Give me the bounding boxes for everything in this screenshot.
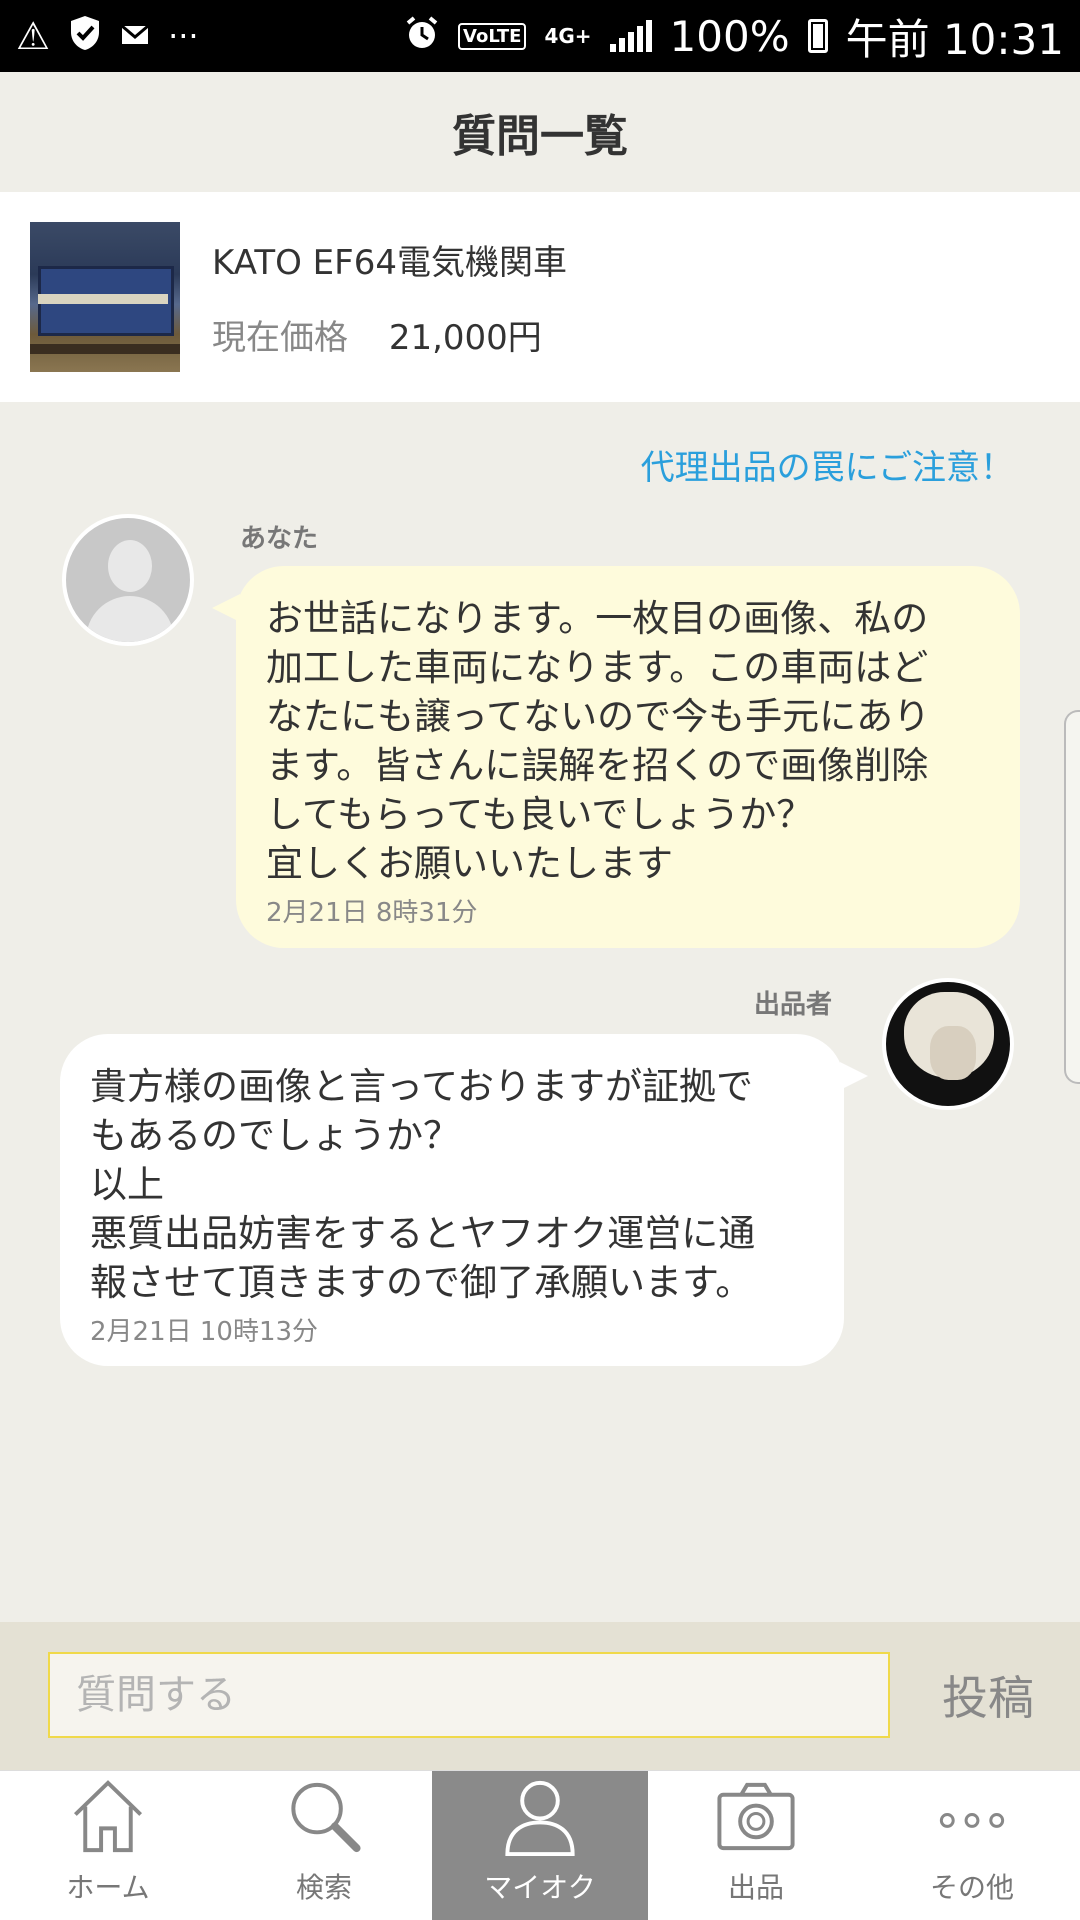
- more-icon: [939, 1813, 1005, 1828]
- clock: 午前 10:31: [845, 14, 1064, 64]
- price-value: 21,000円: [388, 318, 542, 358]
- home-icon: [73, 1780, 143, 1853]
- rails: [30, 344, 180, 354]
- message-text: 貴方様の画像と言っておりますが証拠で もあるのでしょうか？ 以上 悪質出品妨害を…: [90, 1065, 756, 1304]
- question-composer: 投稿: [0, 1622, 1080, 1770]
- lamb-face: [930, 1026, 976, 1080]
- post-button[interactable]: 投稿: [918, 1660, 1058, 1730]
- nav-label: ホーム: [66, 1871, 150, 1904]
- mail-icon: [120, 17, 150, 55]
- price-label: 現在価格: [212, 318, 348, 358]
- locomotive-stripe: [38, 294, 168, 304]
- nav-label: 検索: [295, 1871, 352, 1904]
- nav-label: マイオク: [484, 1871, 596, 1904]
- shield-check-icon: [68, 14, 102, 58]
- battery-icon: [807, 19, 828, 53]
- network-type: 4G+: [544, 24, 592, 48]
- item-info: KATO EF64電気機関車 現在価格 21,000円: [212, 235, 567, 359]
- edge-panel-handle[interactable]: [1064, 710, 1080, 1084]
- battery-percent: 100%: [669, 11, 790, 61]
- nav-more[interactable]: その他: [864, 1771, 1080, 1920]
- person-icon: [505, 1780, 575, 1857]
- overflow-dots-icon: ···: [168, 17, 199, 55]
- message-bubble-you: お世話になります。一枚目の画像、私の 加工した車両になります。この車両はど なた…: [212, 566, 1020, 948]
- nav-myauction[interactable]: マイオク: [432, 1771, 648, 1920]
- message-bubble-seller: 貴方様の画像と言っておりますが証拠で もあるのでしょうか？ 以上 悪質出品妨害を…: [60, 1034, 868, 1366]
- page-title: 質問一覧: [452, 111, 628, 162]
- default-avatar-body: [86, 596, 174, 642]
- avatar-you: [62, 514, 194, 646]
- warning-icon: ⚠: [16, 14, 51, 58]
- search-icon: [291, 1782, 361, 1853]
- status-bar-right: VoLTE 4G+ 100% 午前 10:31: [404, 6, 1064, 67]
- proxy-listing-warning-link[interactable]: 代理出品の罠にご注意！: [641, 440, 1014, 489]
- nav-label: 出品: [727, 1871, 784, 1904]
- message-text: お世話になります。一枚目の画像、私の 加工した車両になります。この車両はど なた…: [266, 597, 931, 885]
- avatar-seller: [882, 978, 1014, 1110]
- volte-badge: VoLTE: [458, 22, 527, 50]
- sender-name-you: あなた: [240, 524, 319, 554]
- message-time: 2月21日 8時31分: [266, 898, 478, 928]
- default-avatar-head: [108, 540, 152, 592]
- bottom-nav: ホーム 検索 マイオク 出品 その他: [0, 1770, 1080, 1920]
- price-row: 現在価格 21,000円: [212, 310, 567, 359]
- nav-sell[interactable]: 出品: [648, 1771, 864, 1920]
- item-thumbnail[interactable]: [30, 222, 180, 372]
- item-summary[interactable]: KATO EF64電気機関車 現在価格 21,000円: [0, 192, 1080, 402]
- signal-icon: [609, 20, 652, 52]
- header: 質問一覧: [0, 72, 1080, 192]
- nav-search[interactable]: 検索: [216, 1771, 432, 1920]
- camera-icon: [717, 1782, 795, 1851]
- question-input[interactable]: [48, 1652, 890, 1738]
- status-bar-left: ⚠ ···: [16, 14, 199, 58]
- alarm-icon: [404, 15, 440, 57]
- message-time: 2月21日 10時13分: [90, 1317, 319, 1347]
- item-name: KATO EF64電気機関車: [212, 243, 567, 283]
- nav-home[interactable]: ホーム: [0, 1771, 216, 1920]
- status-bar: ⚠ ··· VoLTE 4G+ 100% 午前 10:31: [0, 0, 1080, 72]
- nav-label: その他: [929, 1871, 1014, 1904]
- sender-name-seller: 出品者: [754, 990, 833, 1020]
